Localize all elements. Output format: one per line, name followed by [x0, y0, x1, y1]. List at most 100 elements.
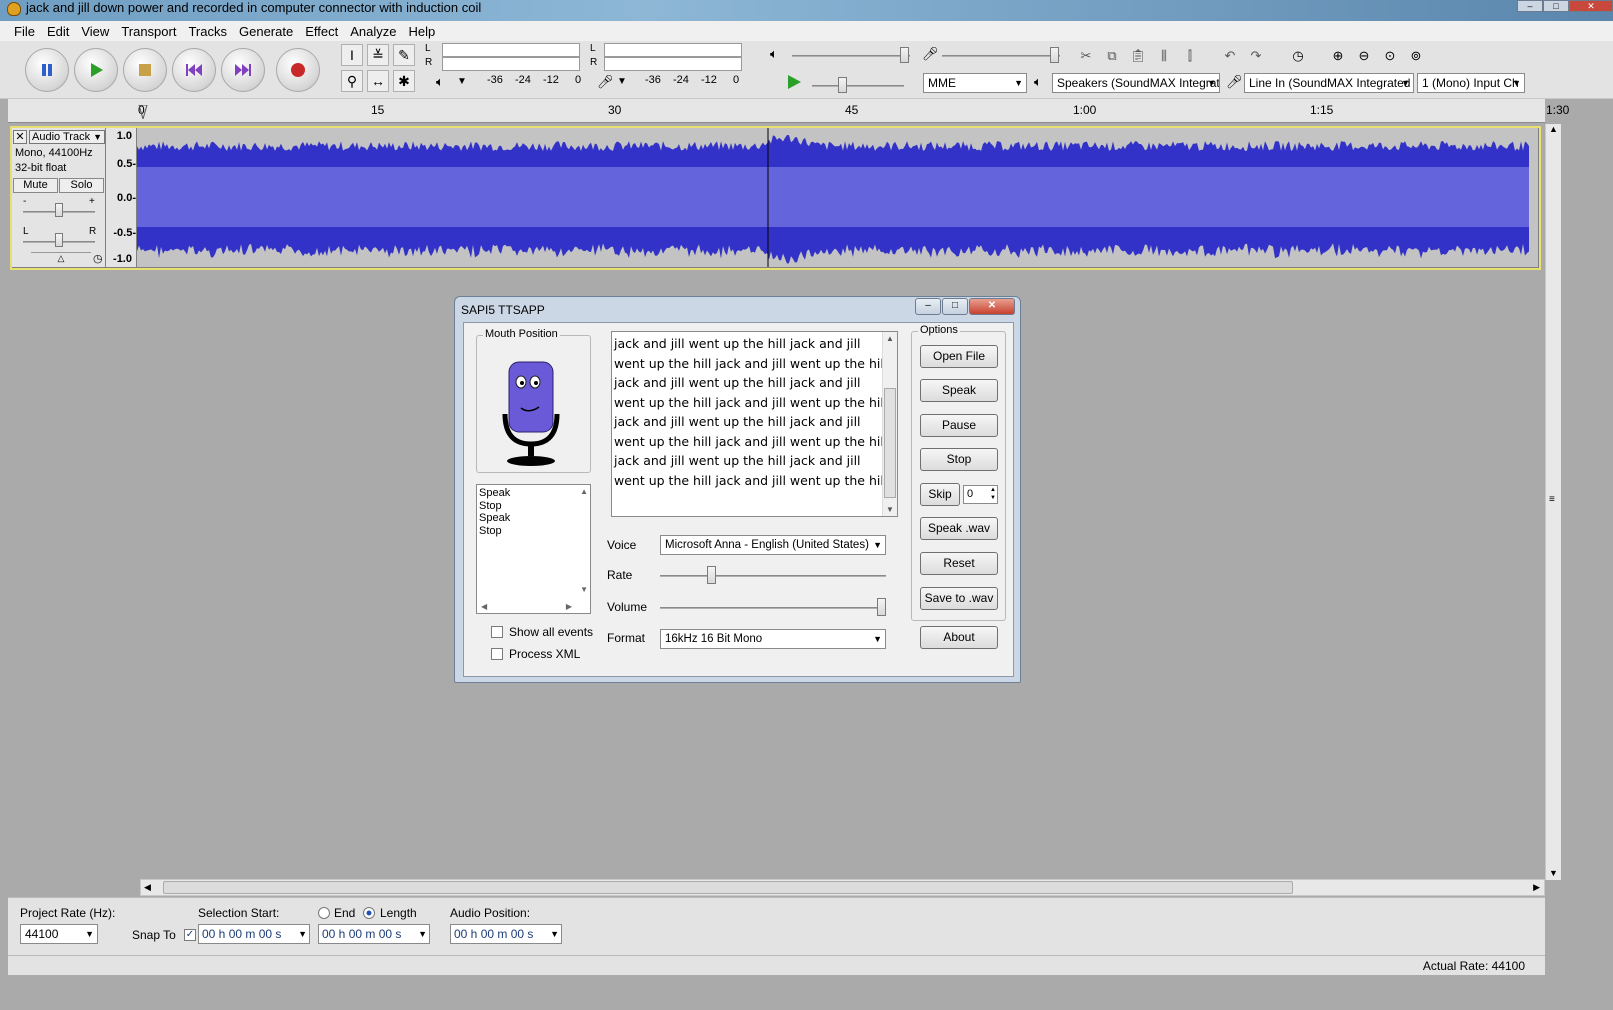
skip-count-spinner[interactable]: 0 ▲ ▼	[963, 485, 998, 504]
output-device-select[interactable]: Speakers (SoundMAX Integrat ▼	[1052, 73, 1220, 93]
list-item[interactable]: Stop	[479, 525, 510, 538]
menu-generate[interactable]: Generate	[239, 24, 293, 39]
trim-button[interactable]: ⫼	[1152, 45, 1176, 67]
scroll-right-arrow[interactable]: ▶	[1533, 882, 1540, 893]
playback-meter-right[interactable]	[442, 57, 580, 71]
project-rate-select[interactable]: 44100 ▼	[20, 924, 98, 944]
rate-slider[interactable]	[660, 575, 886, 577]
volume-slider[interactable]	[660, 607, 886, 609]
skip-to-start-button[interactable]	[172, 48, 216, 92]
rec-meter-dropdown-arrow[interactable]: ▼	[617, 76, 627, 87]
menu-help[interactable]: Help	[408, 24, 435, 39]
tts-text-area[interactable]: jack and jill went up the hill jack and …	[611, 331, 898, 517]
snap-to-checkbox[interactable]: ✓	[184, 929, 196, 941]
gain-slider-thumb[interactable]	[55, 203, 63, 217]
record-meter-left[interactable]	[604, 43, 742, 57]
output-volume-slider[interactable]	[792, 55, 910, 57]
timeline-ruler[interactable]: 0 15 30 45 1:00 1:15 1:30	[8, 99, 1569, 123]
spinner-arrows-icon[interactable]: ▲ ▼	[990, 486, 996, 502]
multi-tool[interactable]: ✱	[393, 70, 415, 92]
scroll-left-arrow[interactable]: ◀	[144, 882, 151, 893]
text-scroll-up-arrow[interactable]: ▲	[886, 334, 894, 343]
record-meter-right[interactable]	[604, 57, 742, 71]
menu-view[interactable]: View	[81, 24, 109, 39]
redo-button[interactable]: ↷	[1244, 45, 1268, 67]
list-item[interactable]: Speak	[479, 487, 510, 500]
fit-project-button[interactable]: ⊚	[1404, 45, 1428, 67]
track-name-menu[interactable]: Audio Track ▼	[29, 130, 105, 144]
speak-wav-button[interactable]: Speak .wav	[920, 517, 998, 540]
list-item[interactable]: Speak	[479, 512, 510, 525]
collapse-track-button[interactable]: △	[31, 252, 91, 266]
selection-length-time[interactable]: 00 h 00 m 00 s ▼	[318, 924, 430, 944]
input-volume-thumb[interactable]	[1050, 47, 1059, 63]
minimize-button[interactable]: –	[1517, 0, 1543, 12]
menu-transport[interactable]: Transport	[121, 24, 176, 39]
cut-button[interactable]: ✂	[1074, 45, 1098, 67]
menu-effect[interactable]: Effect	[305, 24, 338, 39]
zoom-tool[interactable]: ⚲	[341, 70, 363, 92]
reset-button[interactable]: Reset	[920, 552, 998, 575]
play-at-speed-button[interactable]	[786, 74, 802, 93]
text-scrollbar[interactable]: ▲ ▼	[882, 332, 897, 516]
selection-start-time[interactable]: 00 h 00 m 00 s ▼	[198, 924, 310, 944]
skip-to-end-button[interactable]	[221, 48, 265, 92]
input-device-select[interactable]: Line In (SoundMAX Integrated ▼	[1244, 73, 1414, 93]
list-item[interactable]: Stop	[479, 500, 510, 513]
time-shift-tool[interactable]: ↔	[367, 70, 389, 92]
about-button[interactable]: About	[920, 626, 998, 649]
menu-tracks[interactable]: Tracks	[188, 24, 227, 39]
end-radio[interactable]	[318, 907, 330, 919]
dialog-close-button[interactable]: ✕	[969, 298, 1015, 315]
speak-button[interactable]: Speak	[920, 379, 998, 402]
play-speed-slider[interactable]	[812, 85, 904, 87]
show-all-events-checkbox[interactable]	[491, 626, 503, 638]
open-file-button[interactable]: Open File	[920, 345, 998, 368]
close-track-button[interactable]: ✕	[13, 130, 27, 144]
maximize-button[interactable]: □	[1543, 0, 1569, 12]
vertical-scrollbar[interactable]: ▲ ≡ ▼	[1545, 124, 1561, 880]
mute-button[interactable]: Mute	[13, 178, 58, 193]
scroll-down-arrow[interactable]: ▼	[1549, 868, 1558, 878]
solo-button[interactable]: Solo	[59, 178, 104, 193]
text-scroll-thumb[interactable]	[884, 388, 896, 498]
playback-meter-left[interactable]	[442, 43, 580, 57]
horizontal-scrollbar[interactable]: ◀ ▶	[140, 879, 1545, 896]
play-button[interactable]	[74, 48, 118, 92]
list-scroll-left-arrow[interactable]: ◀	[481, 602, 487, 611]
meter-dropdown-arrow[interactable]: ▼	[457, 76, 467, 87]
zoom-in-button[interactable]: ⊕	[1326, 45, 1350, 67]
fit-selection-button[interactable]: ⊙	[1378, 45, 1402, 67]
audio-host-select[interactable]: MME ▼	[923, 73, 1027, 93]
skip-button[interactable]: Skip	[920, 483, 960, 506]
draw-tool[interactable]: ✎	[393, 44, 415, 66]
voice-select[interactable]: Microsoft Anna - English (United States)…	[660, 535, 886, 555]
process-xml-checkbox[interactable]	[491, 648, 503, 660]
waveform-area[interactable]	[136, 127, 1539, 268]
selection-tool[interactable]: I	[341, 44, 363, 66]
text-scroll-down-arrow[interactable]: ▼	[886, 505, 894, 514]
play-speed-thumb[interactable]	[838, 77, 847, 93]
events-list[interactable]: Speak Stop Speak Stop ▲ ▼ ◀ ▶	[476, 484, 591, 614]
save-to-wav-button[interactable]: Save to .wav	[920, 587, 998, 610]
stop-button[interactable]	[123, 48, 167, 92]
menu-file[interactable]: File	[14, 24, 35, 39]
dialog-maximize-button[interactable]: □	[942, 298, 968, 315]
envelope-tool[interactable]: ≚	[367, 44, 389, 66]
pan-slider-thumb[interactable]	[55, 233, 63, 247]
zoom-out-button[interactable]: ⊖	[1352, 45, 1376, 67]
dialog-stop-button[interactable]: Stop	[920, 448, 998, 471]
sync-lock-button[interactable]: ◷	[1286, 45, 1310, 67]
length-radio[interactable]	[363, 907, 375, 919]
output-volume-thumb[interactable]	[900, 47, 909, 63]
close-window-button[interactable]: ✕	[1569, 0, 1613, 12]
volume-slider-thumb[interactable]	[877, 598, 886, 616]
menu-analyze[interactable]: Analyze	[350, 24, 396, 39]
pause-button[interactable]	[25, 48, 69, 92]
dialog-pause-button[interactable]: Pause	[920, 414, 998, 437]
format-select[interactable]: 16kHz 16 Bit Mono ▼	[660, 629, 886, 649]
list-scroll-down-arrow[interactable]: ▼	[580, 585, 588, 594]
input-channels-select[interactable]: 1 (Mono) Input Ch ▼	[1417, 73, 1525, 93]
silence-button[interactable]: ⫿	[1178, 45, 1202, 67]
scroll-up-arrow[interactable]: ▲	[1549, 124, 1558, 134]
